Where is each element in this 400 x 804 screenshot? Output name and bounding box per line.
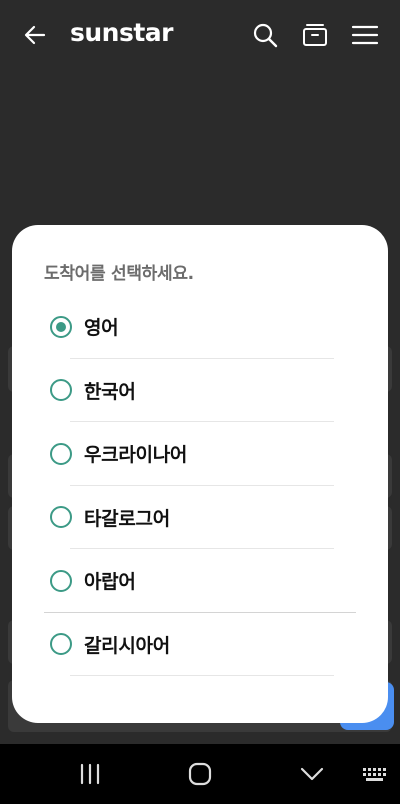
search-icon [253,23,278,48]
keyboard-button[interactable] [360,760,390,788]
language-option-label: 우크라이나어 [84,444,188,467]
chevron-down-icon [300,767,324,781]
back-button[interactable] [20,20,50,50]
arrow-left-icon [24,25,46,45]
recent-apps-button[interactable] [75,760,105,788]
language-option[interactable]: 갈리시아어 [12,613,388,676]
radio-unchecked-icon[interactable] [50,569,72,592]
dialog-title: 도착어를 선택하세요. [44,264,194,284]
language-option-label: 타갈로그어 [84,507,170,530]
hamburger-menu-icon [351,25,379,45]
archive-icon [303,24,327,46]
language-option[interactable]: 우크라이나어 [12,422,388,486]
archive-button[interactable] [300,20,330,50]
radio-checked-icon[interactable] [50,315,72,338]
divider [70,675,334,676]
home-button[interactable] [185,760,215,788]
language-option-label: 갈리시아어 [84,634,170,657]
language-option[interactable]: 한국어 [12,359,388,422]
menu-button[interactable] [350,20,380,50]
keyboard-icon [363,768,386,781]
language-option[interactable]: 영어 [12,295,388,359]
language-option-label: 한국어 [84,380,136,403]
back-nav-button[interactable] [297,760,327,788]
top-app-bar: sunstar [0,0,400,70]
radio-unchecked-icon[interactable] [50,379,72,402]
language-option-label: 영어 [84,317,119,340]
language-option[interactable]: 아랍어 [12,549,388,613]
search-button[interactable] [250,20,280,50]
radio-unchecked-icon[interactable] [50,442,72,465]
language-option[interactable]: 타갈로그어 [12,486,388,549]
radio-unchecked-icon[interactable] [50,506,72,529]
language-option-label: 아랍어 [84,571,136,594]
system-navigation-bar [0,744,400,804]
language-select-dialog: 도착어를 선택하세요. 영어 한국어 우크라이나어 타갈로그어 아랍어 갈리시아… [12,225,388,723]
radio-unchecked-icon[interactable] [50,633,72,656]
language-option-list: 영어 한국어 우크라이나어 타갈로그어 아랍어 갈리시아어 [12,295,388,676]
app-title: sunstar [70,18,174,47]
home-icon [188,762,212,786]
recent-apps-icon [80,763,100,785]
